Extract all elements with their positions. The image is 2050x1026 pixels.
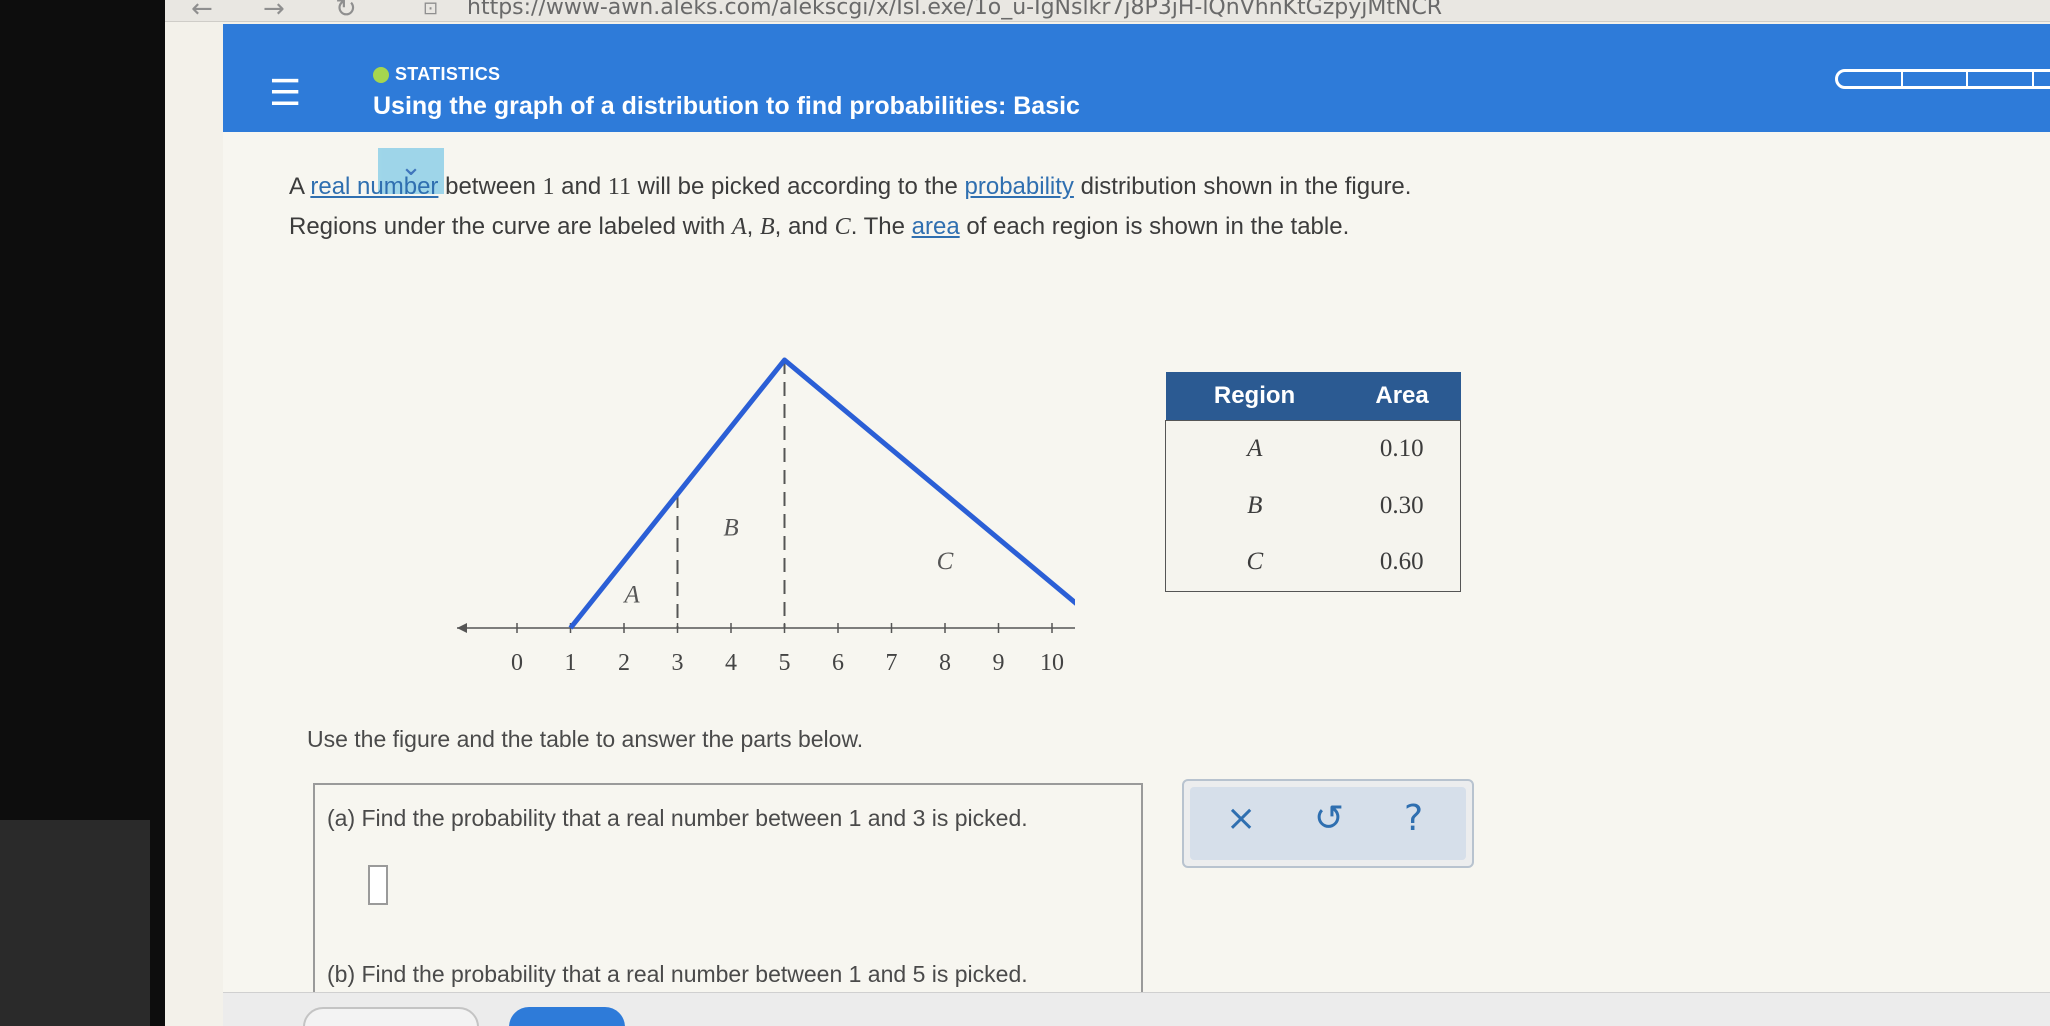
progress-segment: [1838, 72, 1904, 86]
region-var: A: [731, 214, 747, 240]
question-b: (b) Find the probability that a real num…: [327, 961, 1028, 987]
problem-line-2: Regions under the curve are labeled with…: [289, 213, 1349, 241]
table-row: B 0.30: [1165, 477, 1461, 534]
x-tick-label: 7: [886, 650, 898, 676]
reload-icon[interactable]: ↻: [335, 0, 357, 24]
region-cell: A: [1165, 420, 1344, 477]
probability-link[interactable]: probability: [965, 173, 1074, 200]
real-number-link[interactable]: real number: [310, 173, 438, 200]
arrow-right-icon[interactable]: →: [263, 0, 285, 24]
topic-title: Using the graph of a distribution to fin…: [373, 92, 1080, 120]
density-curve: [568, 357, 1075, 630]
help-icon[interactable]: ?: [1404, 801, 1423, 837]
text: , and: [774, 213, 835, 240]
text: distribution shown in the figure.: [1073, 173, 1412, 200]
undo-icon[interactable]: ↺: [1314, 801, 1344, 837]
table-row: C 0.60: [1165, 534, 1461, 591]
answer-tools-inner: × ↺ ?: [1190, 787, 1466, 860]
text: A: [289, 173, 311, 200]
x-axis: 0123456789101112x: [457, 623, 1075, 676]
hamburger-icon[interactable]: ☰: [269, 76, 301, 112]
x-tick-label: 3: [672, 650, 684, 676]
region-var: C: [834, 214, 851, 240]
topic-header: ☰ STATISTICS Using the graph of a distri…: [223, 24, 2050, 132]
progress-segment: [1968, 72, 2034, 86]
status-dot: [373, 67, 389, 83]
column-header: Area: [1343, 372, 1461, 420]
distribution-graph: 0123456789101112x ABC: [457, 357, 1075, 676]
region-cell: B: [1165, 477, 1344, 534]
progress-bar: [1835, 69, 2050, 89]
page-info-icon[interactable]: ⊡: [423, 0, 438, 19]
text: and: [554, 173, 608, 200]
table-row: A 0.10: [1165, 420, 1461, 477]
text: ,: [746, 213, 760, 240]
primary-button[interactable]: [509, 1007, 625, 1026]
x-axis-arrow-left: [457, 623, 467, 633]
text: between: [438, 173, 543, 200]
answer-tools: × ↺ ?: [1182, 779, 1474, 868]
url-bar[interactable]: https://www-awn.aleks.com/alekscgi/x/Isl…: [467, 0, 1442, 20]
browser-toolbar: ← → ↻ ⊡ https://www-awn.aleks.com/aleksc…: [165, 0, 2050, 24]
region-cell: C: [1165, 534, 1344, 591]
screen: ← → ↻ ⊡ https://www-awn.aleks.com/aleksc…: [165, 0, 2050, 1026]
x-tick-label: 2: [618, 650, 630, 676]
area-link[interactable]: area: [912, 213, 960, 240]
x-tick-label: 9: [993, 650, 1005, 676]
table-header-row: Region Area: [1165, 372, 1461, 420]
secondary-button[interactable]: [303, 1007, 479, 1026]
area-cell: 0.60: [1343, 534, 1461, 591]
text: will be picked according to the: [631, 173, 965, 200]
column-header: Region: [1165, 372, 1344, 420]
region-label-c: C: [937, 548, 954, 575]
progress-segment: [2034, 72, 2050, 86]
question-a: (a) Find the probability that a real num…: [327, 805, 1028, 831]
answer-input-a[interactable]: [368, 865, 388, 905]
subject-label: STATISTICS: [395, 64, 501, 84]
region-area-table: Region Area A 0.10 B 0.30 C 0.60: [1165, 372, 1461, 592]
x-tick-label: 10: [1040, 650, 1064, 676]
instructions: Use the figure and the table to answer t…: [307, 726, 864, 752]
area-cell: 0.30: [1343, 477, 1461, 534]
area-cell: 0.10: [1343, 420, 1461, 477]
number: 11: [607, 174, 631, 200]
text: Regions under the curve are labeled with: [289, 213, 732, 240]
x-tick-label: 6: [832, 650, 844, 676]
x-tick-label: 5: [779, 650, 791, 676]
progress-segment: [1903, 72, 1969, 86]
region-labels: A B C: [622, 515, 953, 609]
x-tick-label: 8: [939, 650, 951, 676]
clear-icon[interactable]: ×: [1226, 801, 1256, 837]
region-var: B: [759, 214, 775, 240]
arrow-left-icon[interactable]: ←: [191, 0, 213, 24]
x-tick-label: 4: [725, 650, 737, 676]
bottom-bar: [223, 992, 2050, 1026]
text: . The: [850, 213, 912, 240]
question-box: (a) Find the probability that a real num…: [313, 783, 1143, 1026]
region-label-b: B: [723, 515, 738, 542]
problem-line-1: A real number between 1 and 11 will be p…: [289, 173, 1411, 201]
number: 1: [542, 174, 555, 200]
region-label-a: A: [622, 582, 640, 609]
bezel-glare: [0, 820, 150, 1026]
text: of each region is shown in the table.: [959, 213, 1350, 240]
x-tick-label: 1: [565, 650, 577, 676]
x-tick-label: 0: [511, 650, 523, 676]
region-dividers: [676, 360, 786, 628]
